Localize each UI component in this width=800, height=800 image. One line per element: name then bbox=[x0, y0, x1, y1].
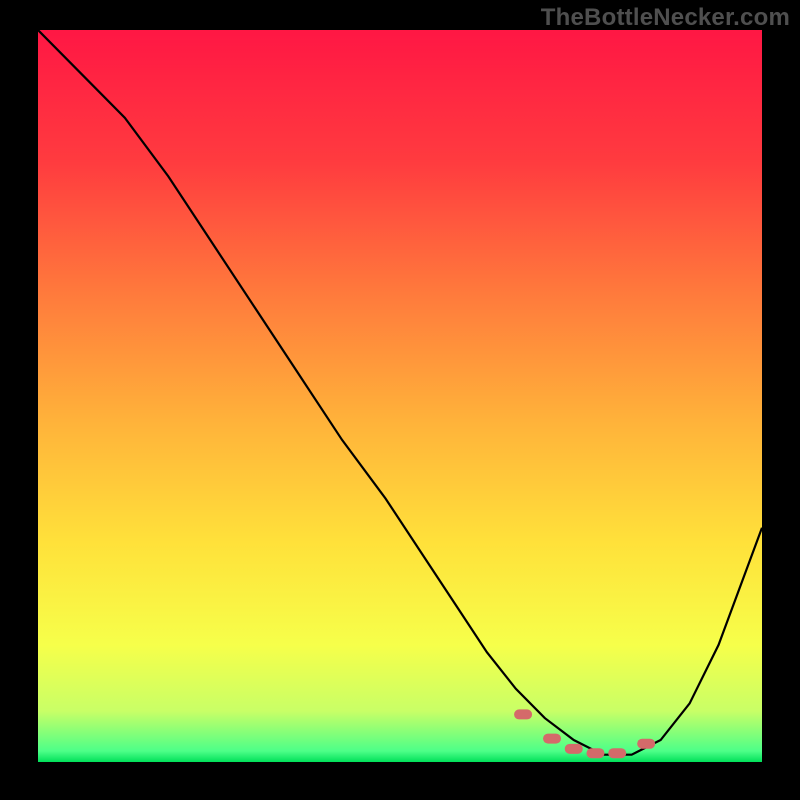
marker-dot bbox=[565, 744, 583, 754]
marker-dot bbox=[543, 734, 561, 744]
marker-dot bbox=[514, 709, 532, 719]
plot-area bbox=[38, 30, 762, 762]
marker-dot bbox=[637, 739, 655, 749]
chart-frame: TheBottleNecker.com bbox=[0, 0, 800, 800]
gradient-background bbox=[38, 30, 762, 762]
marker-dot bbox=[608, 748, 626, 758]
marker-dot bbox=[586, 748, 604, 758]
watermark-text: TheBottleNecker.com bbox=[541, 4, 790, 32]
chart-svg bbox=[38, 30, 762, 762]
